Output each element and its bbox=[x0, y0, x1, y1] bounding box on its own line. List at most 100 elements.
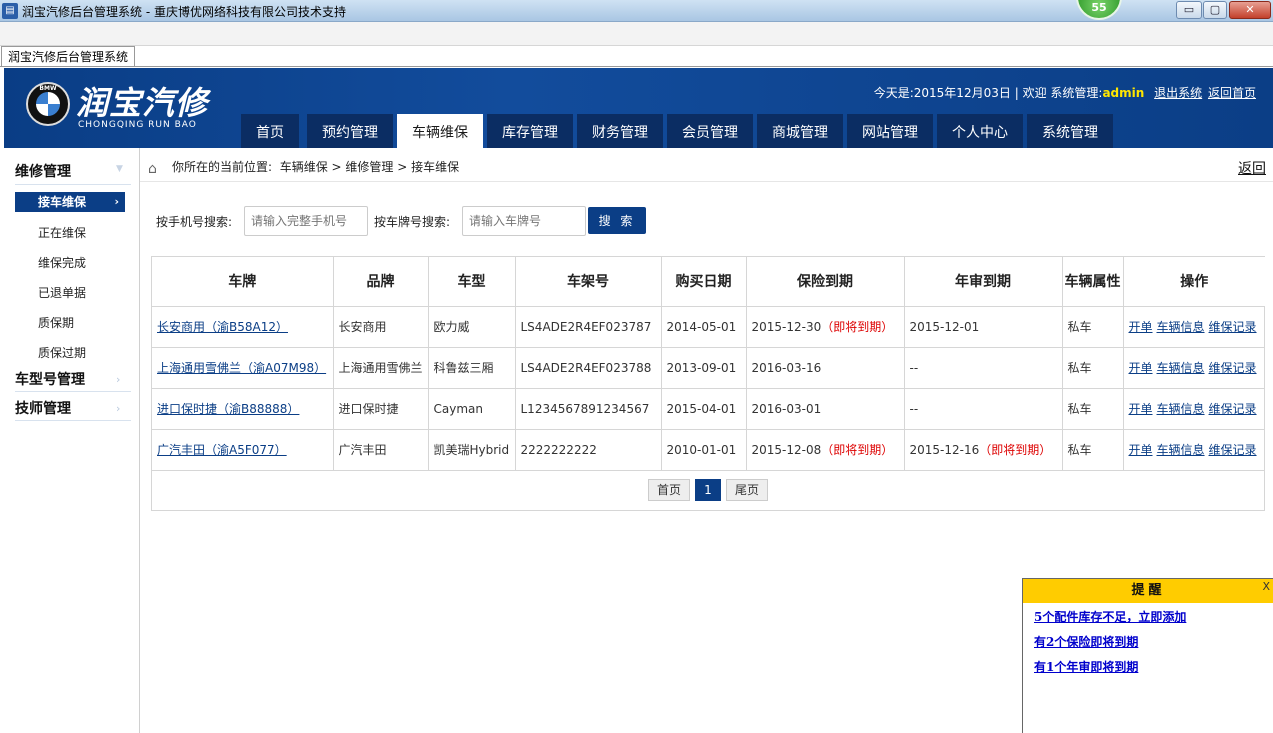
vin-cell: 2222222222 bbox=[515, 429, 662, 471]
back-link[interactable]: 返回 bbox=[1238, 158, 1266, 178]
plate-link[interactable]: 进口保时捷（渝B88888） bbox=[157, 402, 299, 416]
bmw-logo-icon: BMW bbox=[26, 82, 70, 126]
plate-search-label: 按车牌号搜索: bbox=[374, 215, 451, 229]
insurance-date: 2016-03-01 bbox=[751, 401, 822, 416]
minimize-button[interactable]: ▭ bbox=[1176, 1, 1202, 19]
maintenance-record-link[interactable]: 维保记录 bbox=[1209, 320, 1257, 334]
breadcrumb-arrow: > bbox=[397, 160, 408, 174]
maintenance-record-link[interactable]: 维保记录 bbox=[1209, 361, 1257, 375]
divider bbox=[140, 181, 1273, 182]
sidebar-group-models[interactable]: 车型号管理 bbox=[15, 369, 85, 389]
sidebar-item-warranty-expired[interactable]: 质保过期 bbox=[38, 344, 86, 361]
open-order-link[interactable]: 开单 bbox=[1129, 320, 1153, 334]
model-cell: 科鲁兹三厢 bbox=[428, 347, 516, 389]
model-cell: 凯美瑞Hybrid bbox=[428, 429, 516, 471]
plate-link[interactable]: 广汽丰田（渝A5F077） bbox=[157, 443, 287, 457]
vin-cell: LS4ADE2R4EF023787 bbox=[515, 306, 662, 348]
sidebar-item-in-progress[interactable]: 正在维保 bbox=[38, 224, 86, 241]
nav-tab-mall[interactable]: 商城管理 bbox=[757, 114, 843, 148]
site-header: BMW 润宝汽修 CHONGQING RUN BAO 今天是:2015年12月0… bbox=[4, 68, 1273, 149]
insurance-date: 2016-03-16 bbox=[751, 360, 822, 375]
annual-cell: 2015-12-16（即将到期） bbox=[904, 429, 1063, 471]
user-info: 今天是:2015年12月03日 | 欢迎 系统管理:admin 退出系统 返回首… bbox=[874, 84, 1256, 101]
nav-tab-members[interactable]: 会员管理 bbox=[667, 114, 753, 148]
current-date: 2015年12月03日 bbox=[913, 86, 1011, 100]
logo-mark-text: BMW bbox=[39, 85, 57, 92]
nav-tab-booking[interactable]: 预约管理 bbox=[307, 114, 393, 148]
buy-date-cell: 2010-01-01 bbox=[661, 429, 747, 471]
vehicle-info-link[interactable]: 车辆信息 bbox=[1157, 402, 1205, 416]
breadcrumb-prefix: 你所在的当前位置: bbox=[172, 160, 273, 174]
close-button[interactable]: ✕ bbox=[1229, 1, 1271, 19]
nav-tab-system[interactable]: 系统管理 bbox=[1027, 114, 1113, 148]
sidebar-item-warranty[interactable]: 质保期 bbox=[38, 314, 74, 331]
chevron-down-icon: ▼ bbox=[116, 164, 123, 174]
search-button[interactable]: 搜 索 bbox=[588, 207, 646, 234]
expiry-warning: （即将到期） bbox=[979, 443, 1052, 457]
vehicle-info-link[interactable]: 车辆信息 bbox=[1157, 320, 1205, 334]
first-page-button[interactable]: 首页 bbox=[648, 479, 690, 501]
column-header: 品牌 bbox=[333, 257, 429, 307]
annual-expiry-link[interactable]: 有1个年审即将到期 bbox=[1034, 658, 1138, 675]
attr-cell: 私车 bbox=[1062, 347, 1124, 389]
insurance-cell: 2016-03-16 bbox=[746, 347, 905, 389]
reminder-title: 提醒 bbox=[1023, 579, 1273, 603]
sidebar-divider bbox=[15, 184, 131, 185]
close-icon[interactable]: X bbox=[1262, 580, 1270, 593]
logout-link[interactable]: 退出系统 bbox=[1154, 86, 1202, 100]
notification-badge[interactable]: 55 bbox=[1076, 0, 1122, 20]
nav-tab-website[interactable]: 网站管理 bbox=[847, 114, 933, 148]
vehicle-info-link[interactable]: 车辆信息 bbox=[1157, 443, 1205, 457]
annual-cell: -- bbox=[904, 347, 1063, 389]
model-cell: 欧力威 bbox=[428, 306, 516, 348]
maximize-button[interactable]: ▢ bbox=[1203, 1, 1227, 19]
logo-quadrants bbox=[36, 92, 60, 116]
logo-title: 润宝汽修 bbox=[76, 84, 209, 122]
ops-cell: 开单 车辆信息 维保记录 bbox=[1123, 347, 1265, 389]
window-title: 润宝汽修后台管理系统 - 重庆博优网络科技有限公司技术支持 bbox=[22, 5, 346, 19]
annual-cell: 2015-12-01 bbox=[904, 306, 1063, 348]
last-page-button[interactable]: 尾页 bbox=[726, 479, 768, 501]
nav-tab-personal[interactable]: 个人中心 bbox=[937, 114, 1023, 148]
insurance-cell: 2015-12-08（即将到期） bbox=[746, 429, 905, 471]
open-order-link[interactable]: 开单 bbox=[1129, 402, 1153, 416]
nav-tab-inventory[interactable]: 库存管理 bbox=[487, 114, 573, 148]
expiry-warning: （即将到期） bbox=[821, 320, 894, 334]
plate-link[interactable]: 长安商用（渝B58A12） bbox=[157, 320, 288, 334]
browser-tab[interactable]: 润宝汽修后台管理系统 bbox=[1, 46, 136, 67]
table-header-row: 车牌 品牌 车型 车架号 购买日期 保险到期 年审到期 车辆属性 操作 bbox=[152, 257, 1265, 307]
plate-search-input[interactable] bbox=[462, 206, 586, 236]
phone-search-input[interactable] bbox=[244, 206, 368, 236]
nav-tab-home[interactable]: 首页 bbox=[241, 114, 299, 148]
ops-cell: 开单 车辆信息 维保记录 bbox=[1123, 429, 1265, 471]
sidebar-item-completed[interactable]: 维保完成 bbox=[38, 254, 86, 271]
chevron-right-icon: › bbox=[116, 402, 121, 415]
sidebar-group-technicians[interactable]: 技师管理 bbox=[15, 398, 71, 418]
table-row: 上海通用雪佛兰（渝A07M98） 上海通用雪佛兰 科鲁兹三厢 LS4ADE2R4… bbox=[152, 347, 1265, 389]
open-order-link[interactable]: 开单 bbox=[1129, 361, 1153, 375]
sidebar-item-returned[interactable]: 已退单据 bbox=[38, 284, 86, 301]
current-page-button[interactable]: 1 bbox=[695, 479, 721, 501]
attr-cell: 私车 bbox=[1062, 388, 1124, 430]
role-label: 系统管理: bbox=[1050, 86, 1103, 100]
nav-tab-finance[interactable]: 财务管理 bbox=[577, 114, 663, 148]
username: admin bbox=[1102, 86, 1145, 100]
table-row: 进口保时捷（渝B88888） 进口保时捷 Cayman L12345678912… bbox=[152, 388, 1265, 430]
maintenance-record-link[interactable]: 维保记录 bbox=[1209, 402, 1257, 416]
column-header: 车型 bbox=[428, 257, 516, 307]
nav-tab-vehicle-maintenance[interactable]: 车辆维保 bbox=[397, 114, 483, 149]
insurance-expiry-link[interactable]: 有2个保险即将到期 bbox=[1034, 633, 1138, 650]
sidebar-group-repair[interactable]: 维修管理 bbox=[15, 161, 71, 181]
annual-date: 2015-12-01 bbox=[909, 319, 980, 334]
home-link[interactable]: 返回首页 bbox=[1208, 86, 1256, 100]
sidebar-item-vehicle-intake[interactable]: 接车维保 › bbox=[15, 192, 125, 212]
column-header: 车辆属性 bbox=[1062, 257, 1124, 307]
attr-cell: 私车 bbox=[1062, 429, 1124, 471]
low-stock-link[interactable]: 5个配件库存不足，立即添加 bbox=[1034, 608, 1186, 625]
open-order-link[interactable]: 开单 bbox=[1129, 443, 1153, 457]
maintenance-record-link[interactable]: 维保记录 bbox=[1209, 443, 1257, 457]
breadcrumb-item: 车辆维保 bbox=[279, 160, 328, 174]
plate-link[interactable]: 上海通用雪佛兰（渝A07M98） bbox=[157, 361, 326, 375]
vin-cell: L1234567891234567 bbox=[515, 388, 662, 430]
vehicle-info-link[interactable]: 车辆信息 bbox=[1157, 361, 1205, 375]
